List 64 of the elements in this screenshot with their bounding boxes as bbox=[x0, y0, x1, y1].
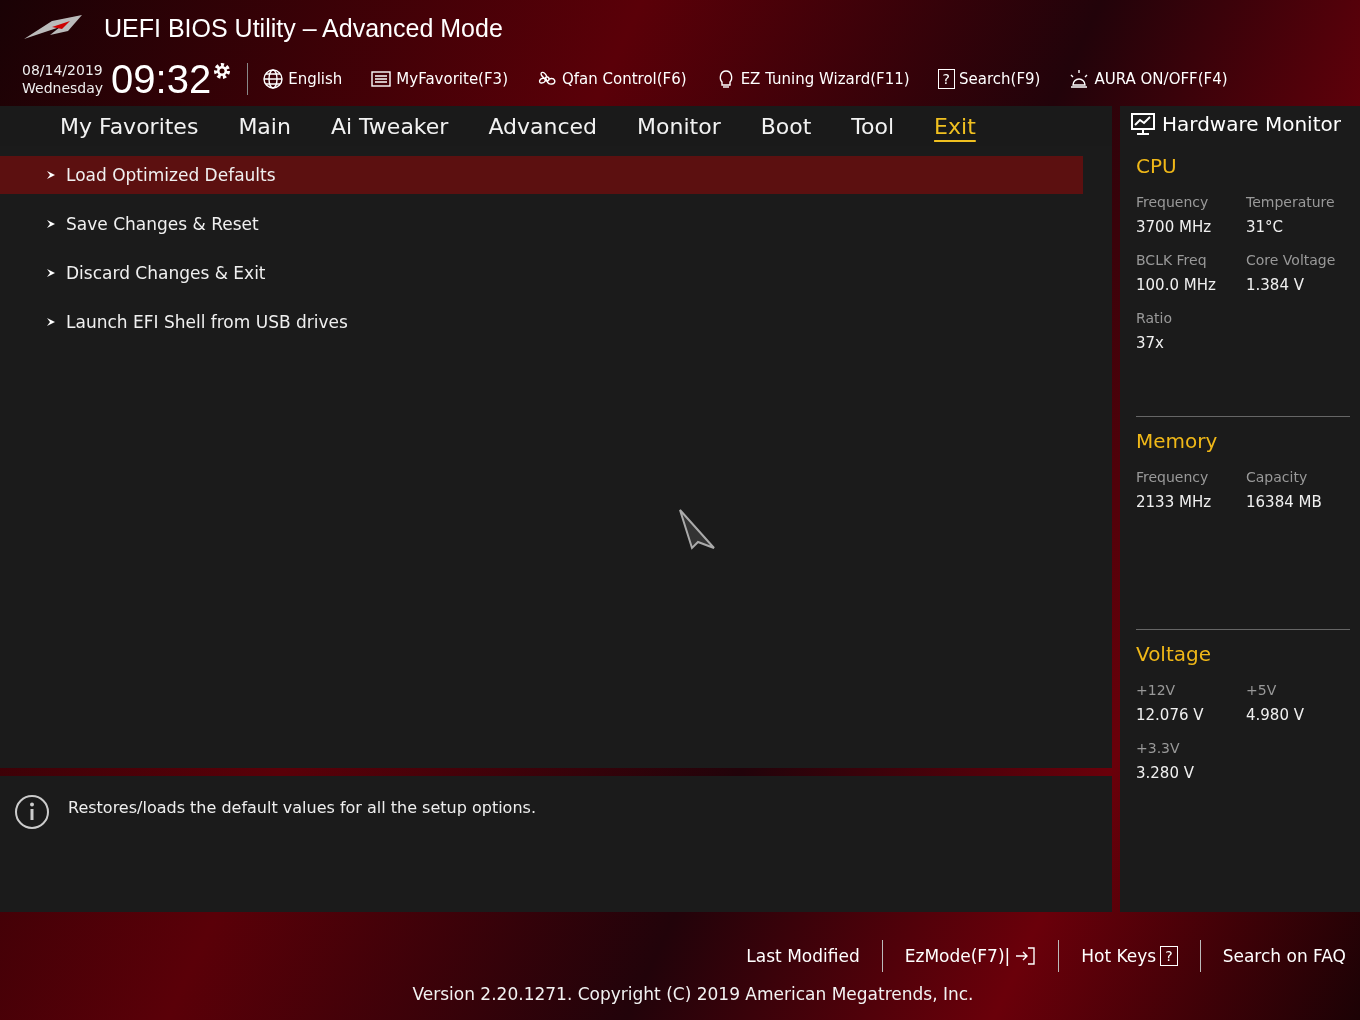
menu-tab[interactable]: My Favorites bbox=[40, 113, 219, 139]
metric-label: Ratio bbox=[1136, 310, 1173, 326]
cursor-icon bbox=[678, 508, 716, 550]
footer-link[interactable]: Search on FAQ bbox=[1222, 946, 1346, 966]
menu-item[interactable]: Discard Changes & Exit bbox=[0, 254, 1083, 292]
menu-item[interactable]: Save Changes & Reset bbox=[0, 205, 1083, 243]
section-title: Memory bbox=[1136, 429, 1219, 453]
metric-label: BCLK Freq bbox=[1136, 252, 1208, 268]
weekday-text: Wednesday bbox=[22, 79, 104, 97]
metric-label: Temperature bbox=[1246, 194, 1336, 210]
metric-value: 4.980 V bbox=[1246, 706, 1305, 724]
menu-tab[interactable]: Exit bbox=[914, 113, 996, 139]
metric-value: 37x bbox=[1136, 334, 1165, 352]
section-title: CPU bbox=[1136, 154, 1178, 178]
metric-value: 1.384 V bbox=[1246, 276, 1305, 294]
clock-time: 09:32 bbox=[111, 56, 212, 102]
info-icon bbox=[14, 794, 50, 830]
toolbar-button[interactable]: English bbox=[262, 68, 343, 90]
metric-value: 31°C bbox=[1246, 218, 1285, 236]
metric-label: Capacity bbox=[1246, 469, 1309, 485]
metric-value: 16384 MB bbox=[1246, 493, 1323, 511]
footer-link[interactable]: EzMode(F7)| bbox=[904, 945, 1037, 967]
menu-item[interactable]: Load Optimized Defaults bbox=[0, 156, 1083, 194]
footer-link[interactable]: Hot Keys ? bbox=[1081, 946, 1178, 966]
exit-icon bbox=[1014, 945, 1037, 967]
metric-label: Core Voltage bbox=[1246, 252, 1337, 268]
toolbar-button[interactable]: Qfan Control(F6) bbox=[536, 68, 687, 90]
menu-tab[interactable]: Boot bbox=[740, 113, 832, 139]
metric-label: +5V bbox=[1246, 682, 1278, 698]
menu-tab[interactable]: Main bbox=[218, 113, 311, 139]
menu-tab[interactable]: Tool bbox=[831, 113, 915, 139]
menu-item[interactable]: Launch EFI Shell from USB drives bbox=[0, 303, 1083, 341]
window-title: UEFI BIOS Utility – Advanced Mode bbox=[104, 13, 503, 43]
chevron-icon bbox=[46, 170, 56, 180]
help-text: Restores/loads the default values for all the setup options. bbox=[68, 797, 536, 819]
menu-tab[interactable]: Ai Tweaker bbox=[310, 113, 469, 139]
date-text: 08/14/2019 bbox=[22, 61, 104, 79]
metric-label: +12V bbox=[1136, 682, 1177, 698]
footer-link[interactable]: Last Modified bbox=[746, 946, 860, 966]
metric-label: +3.3V bbox=[1136, 740, 1181, 756]
toolbar-button[interactable]: AURA ON/OFF(F4) bbox=[1068, 68, 1228, 90]
list-icon bbox=[370, 68, 393, 90]
toolbar-button[interactable]: MyFavorite(F3) bbox=[370, 68, 508, 90]
metric-value: 100.0 MHz bbox=[1136, 276, 1217, 294]
chevron-icon bbox=[46, 317, 56, 327]
metric-label: Frequency bbox=[1136, 194, 1210, 210]
toolbar-button[interactable]: ? Search(F9) bbox=[937, 69, 1041, 89]
version-text: Version 2.20.1271. Copyright (C) 2019 American Megatrends, Inc. bbox=[412, 984, 974, 1004]
monitor-icon bbox=[1130, 112, 1156, 136]
metric-value: 2133 MHz bbox=[1136, 493, 1213, 511]
chevron-icon bbox=[46, 219, 56, 229]
help-icon: ? bbox=[937, 69, 956, 89]
menu-tab[interactable]: Advanced bbox=[468, 113, 618, 139]
metric-value: 3.280 V bbox=[1136, 764, 1195, 782]
menu-tab[interactable]: Monitor bbox=[617, 113, 741, 139]
metric-value: 12.076 V bbox=[1136, 706, 1205, 724]
chevron-icon bbox=[46, 268, 56, 278]
toolbar-button[interactable]: EZ Tuning Wizard(F11) bbox=[714, 68, 910, 90]
metric-value: 3700 MHz bbox=[1136, 218, 1213, 236]
panel-title: Hardware Monitor bbox=[1162, 112, 1341, 136]
help-icon: ? bbox=[1160, 946, 1178, 966]
section-title: Voltage bbox=[1136, 642, 1213, 666]
globe-icon bbox=[262, 68, 285, 90]
metric-label: Frequency bbox=[1136, 469, 1210, 485]
